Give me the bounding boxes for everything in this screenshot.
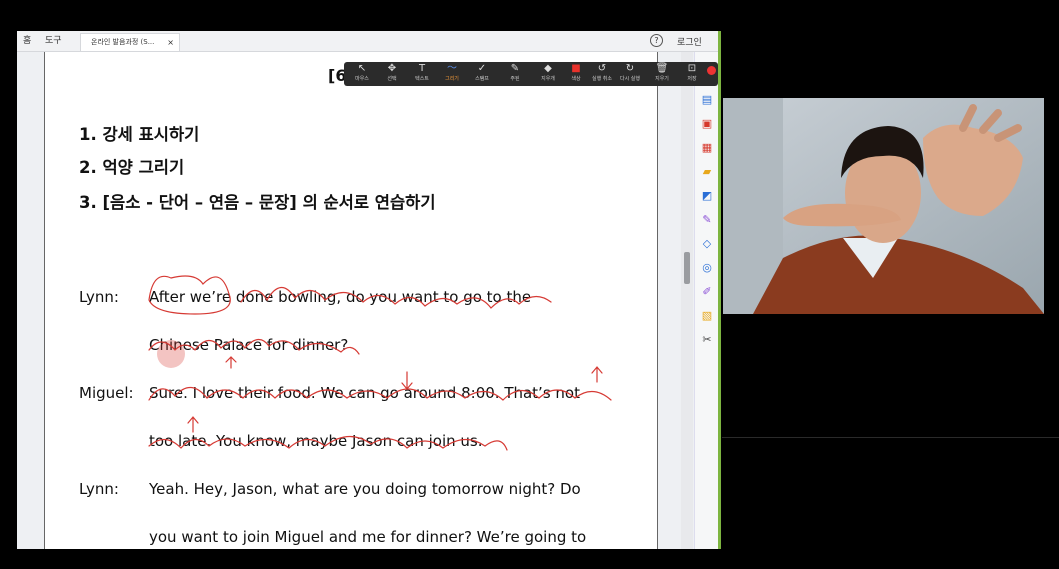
tool-label: 선택 — [387, 76, 397, 82]
pdf-viewer-window: 홈 도구 온라인 발음과정 (S... × ? 로그인 [6 ] 1. 강세 표… — [17, 31, 718, 549]
pdf-page: [6 ] 1. 강세 표시하기 2. 억양 그리기 3. [음소 - 단어 – … — [44, 52, 658, 549]
tool-label: 지우개 — [541, 76, 555, 82]
redo-button[interactable]: ↻ 다시 실행 — [618, 63, 642, 85]
right-tool-panel: ▤ ▣ ▦ ▰ ◩ ✎ ◇ ◎ ✐ ▧ ✂ — [694, 52, 718, 549]
tool-label: 지우기 — [655, 76, 669, 82]
export-pdf-icon[interactable]: ▤ — [701, 94, 713, 106]
save-icon: ⊡ — [687, 63, 697, 74]
draw-icon: 〜 — [447, 63, 457, 74]
eraser-tool-button[interactable]: ◆ 지우개 — [536, 63, 560, 85]
redo-icon: ↻ — [625, 63, 635, 74]
tool-label: 주된 — [510, 76, 520, 82]
annotation-arrow — [187, 416, 199, 433]
annotation-stroke — [148, 386, 612, 401]
color-swatch-icon: ■ — [571, 63, 581, 74]
login-link[interactable]: 로그인 — [677, 35, 702, 48]
eraser-icon: ◆ — [544, 63, 552, 74]
tool-label: 그리기 — [445, 76, 459, 82]
edit-pdf-icon[interactable]: ✐ — [701, 286, 713, 298]
clear-button[interactable]: 🗑 지우기 — [650, 63, 674, 85]
more-tools-icon[interactable]: ✂ — [701, 334, 713, 346]
combine-files-icon[interactable]: ◩ — [701, 190, 713, 202]
trash-icon: 🗑 — [655, 63, 669, 74]
cursor-icon: ↖ — [357, 63, 367, 74]
tool-label: 실행 취소 — [592, 76, 612, 82]
document-tab[interactable]: 온라인 발음과정 (S... × — [80, 33, 180, 51]
annotation-stroke — [148, 275, 231, 315]
save-button[interactable]: ⊡ 저장 — [680, 63, 704, 85]
webcam-video — [723, 98, 1044, 314]
tool-label: 스탬프 — [475, 76, 489, 82]
annotation-arrow — [401, 371, 413, 390]
undo-icon: ↺ — [597, 63, 607, 74]
home-tab[interactable]: 홈 — [23, 35, 31, 47]
presenter-video-frame — [723, 98, 1044, 314]
annotation-stroke — [148, 435, 508, 451]
fill-sign-icon[interactable]: ✎ — [701, 214, 713, 226]
tool-label: 저장 — [687, 76, 697, 82]
annotation-arrow — [591, 366, 603, 383]
tab-bar: 홈 도구 온라인 발음과정 (S... × ? 로그인 — [17, 31, 718, 52]
undo-button[interactable]: ↺ 실행 취소 — [590, 63, 614, 85]
select-tool-button[interactable]: ✥ 선택 — [380, 63, 404, 85]
pen-tool-button[interactable]: ✎ 주된 — [503, 63, 527, 85]
organize-pages-icon[interactable]: ▦ — [701, 142, 713, 154]
comment-icon[interactable]: ▰ — [701, 166, 713, 178]
tool-label: 다시 실행 — [620, 76, 640, 82]
divider — [722, 437, 1059, 438]
tool-label: 마우스 — [355, 76, 369, 82]
stamp-tool-button[interactable]: ✓ 스탬프 — [470, 63, 494, 85]
annotation-stroke — [240, 286, 552, 309]
annotation-toolbar: ↖ 마우스 ✥ 선택 T 텍스트 〜 그리기 ✓ 스탬프 ✎ 주된 ◆ 지우개 … — [344, 62, 718, 86]
scrollbar-thumb[interactable] — [684, 252, 690, 284]
move-icon: ✥ — [387, 63, 397, 74]
help-icon[interactable]: ? — [650, 34, 663, 47]
text-icon: T — [418, 63, 426, 74]
document-tab-label: 온라인 발음과정 (S... — [91, 38, 155, 46]
close-toolbar-icon[interactable] — [707, 66, 716, 75]
send-file-icon[interactable]: ▧ — [701, 310, 713, 322]
intonation-annotations — [148, 275, 612, 451]
close-tab-icon[interactable]: × — [167, 34, 174, 51]
tool-label: 색상 — [571, 76, 581, 82]
mouse-tool-button[interactable]: ↖ 마우스 — [350, 63, 374, 85]
vertical-scrollbar[interactable] — [681, 52, 693, 549]
window-edge — [718, 31, 721, 549]
pointer-highlight — [157, 340, 185, 368]
protect-icon[interactable]: ◇ — [701, 238, 713, 250]
pen-icon: ✎ — [510, 63, 520, 74]
text-tool-button[interactable]: T 텍스트 — [410, 63, 434, 85]
tools-tab[interactable]: 도구 — [45, 35, 62, 47]
color-tool-button[interactable]: ■ 색상 — [564, 63, 588, 85]
check-icon: ✓ — [477, 63, 487, 74]
optimize-icon[interactable]: ◎ — [701, 262, 713, 274]
create-pdf-icon[interactable]: ▣ — [701, 118, 713, 130]
tool-label: 텍스트 — [415, 76, 429, 82]
draw-tool-button[interactable]: 〜 그리기 — [440, 63, 464, 85]
annotation-arrow — [225, 356, 237, 369]
